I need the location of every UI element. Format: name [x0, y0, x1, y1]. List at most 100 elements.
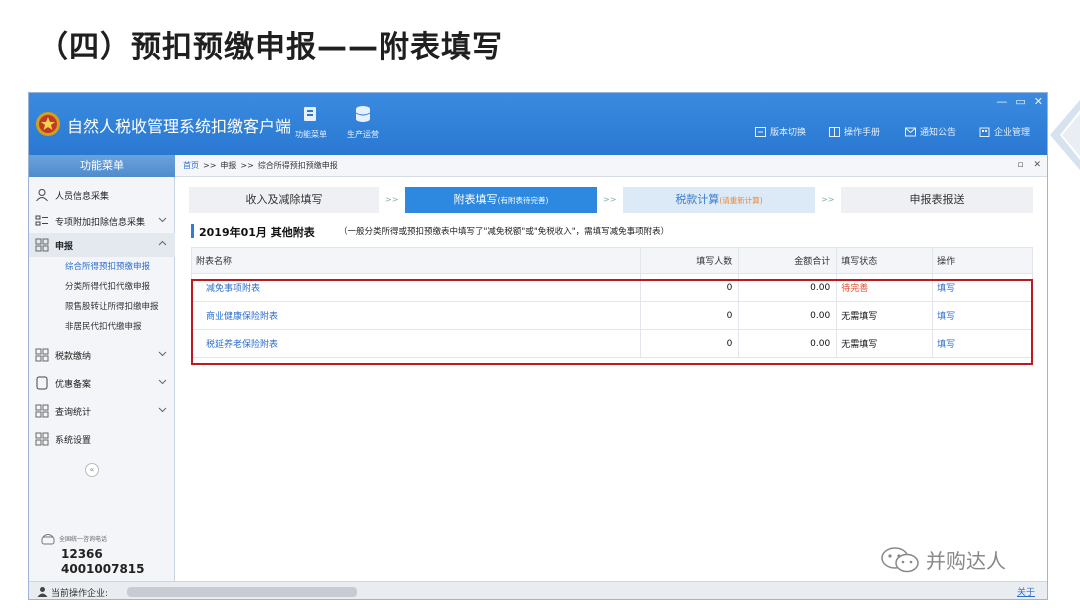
database-icon — [355, 106, 371, 122]
grid-icon — [35, 348, 49, 362]
section-marker — [191, 224, 194, 238]
notice-label: 通知公告 — [920, 128, 957, 138]
step-label: 收入及减除填写 — [245, 193, 323, 206]
slide-title: （四）预扣预缴申报——附表填写 — [38, 30, 503, 65]
document-icon — [36, 376, 48, 390]
version-switch-label: 版本切换 — [770, 128, 807, 138]
sidebar-collapse-button[interactable]: « — [85, 463, 99, 477]
phone-icon — [41, 534, 55, 545]
watermark: 并购达人 — [880, 545, 1006, 574]
step-label: 附表填写 — [453, 193, 498, 206]
sidebar-item-declare[interactable]: 申报 — [29, 233, 175, 257]
status-bar: 当前操作企业: 关于 — [29, 581, 1047, 599]
company-manage-button[interactable]: 企业管理 — [979, 125, 1030, 138]
sidebar-item-label: 申报 — [55, 241, 74, 252]
col-header-action: 操作 — [932, 247, 1033, 274]
sidebar-subitem-classified[interactable]: 分类所得代扣代缴申报 — [29, 277, 175, 297]
chevron-down-icon — [158, 379, 167, 385]
step-income-deduction[interactable]: 收入及减除填写 — [189, 187, 379, 213]
step-arrow: >> — [385, 195, 399, 204]
sidebar-item-query[interactable]: 查询统计 — [29, 399, 175, 423]
col-header-amount: 金额合计 — [738, 247, 838, 274]
step-note: (有附表待完善) — [497, 196, 549, 205]
redacted-company-name — [127, 587, 357, 597]
grid-icon — [35, 404, 49, 418]
person-icon — [36, 189, 48, 202]
step-label: 申报表报送 — [909, 193, 965, 206]
sidebar-subitem-restricted-stock[interactable]: 限售股转让所得扣缴申报 — [29, 297, 175, 317]
step-note: (请重新计算) — [719, 196, 763, 205]
breadcrumb-level2: 综合所得预扣预缴申报 — [257, 161, 338, 170]
period-title: 2019年01月 其他附表 — [199, 226, 315, 239]
about-link[interactable]: 关于 — [1017, 585, 1035, 598]
chevron-down-icon — [158, 407, 167, 413]
sidebar-item-payment[interactable]: 税款缴纳 — [29, 343, 175, 367]
sidebar-item-settings[interactable]: 系统设置 — [29, 427, 175, 451]
sidebar-item-label: 专项附加扣除信息采集 — [55, 217, 146, 228]
version-switch-icon — [755, 126, 766, 137]
sidebar-item-label: 系统设置 — [55, 435, 92, 446]
sidebar-item-label: 人员信息采集 — [55, 191, 110, 202]
tab-controls: ▫ ✕ — [1017, 160, 1041, 170]
function-menu-label: 功能菜单 — [295, 130, 327, 139]
current-company-label: 当前操作企业: — [51, 589, 109, 599]
manual-icon — [829, 126, 840, 137]
period-note: （一般分类所得或预扣预缴表中填写了"减免税额"或"免税收入"，需填写减免事项附表… — [339, 227, 670, 237]
hotline-number-2: 4001007815 — [61, 562, 145, 576]
breadcrumb-home[interactable]: 首页 — [183, 160, 199, 171]
step-label: 税款计算 — [675, 193, 720, 206]
sidebar-subitem-comprehensive[interactable]: 综合所得预扣预缴申报 — [29, 257, 175, 277]
sidebar-item-personnel[interactable]: 人员信息采集 — [29, 183, 175, 207]
step-submit[interactable]: 申报表报送 — [841, 187, 1033, 213]
step-arrow: >> — [821, 195, 835, 204]
function-menu-icon — [304, 107, 316, 121]
tax-emblem-logo — [36, 112, 60, 136]
step-tax-calc[interactable]: 税款计算(请重新计算) — [623, 187, 815, 213]
close-button[interactable]: ✕ — [1034, 95, 1043, 108]
grid-icon — [35, 432, 49, 446]
sidebar-item-special-deduction[interactable]: 专项附加扣除信息采集 — [29, 209, 175, 233]
breadcrumb-separator: >> — [203, 161, 217, 170]
manual-button[interactable]: 操作手册 — [829, 125, 880, 138]
production-ops-button[interactable]: 生产运营 — [337, 105, 389, 140]
step-attachment[interactable]: 附表填写(有附表待完善) — [405, 187, 597, 213]
notice-button[interactable]: 通知公告 — [905, 125, 956, 138]
breadcrumb-level1[interactable]: 申报 — [220, 160, 236, 171]
step-arrow: >> — [603, 195, 617, 204]
sidebar-subitem-nonresident[interactable]: 非居民代扣代缴申报 — [29, 317, 175, 337]
company-manage-label: 企业管理 — [994, 128, 1031, 138]
user-icon — [37, 587, 48, 597]
manual-label: 操作手册 — [844, 128, 881, 138]
hotline-number-1: 12366 — [61, 547, 103, 561]
col-header-count: 填写人数 — [640, 247, 740, 274]
sidebar-item-label: 查询统计 — [55, 407, 92, 418]
minimize-button[interactable]: — — [996, 95, 1007, 108]
sidebar-header: 功能菜单 — [29, 155, 175, 177]
app-title: 自然人税收管理系统扣缴客户端 — [67, 117, 292, 136]
wechat-icon — [881, 546, 919, 572]
version-switch-button[interactable]: 版本切换 — [755, 125, 806, 138]
breadcrumb-separator: >> — [240, 161, 254, 170]
titlebar: 自然人税收管理系统扣缴客户端 功能菜单 生产运营 版本切换 操作手册 通知公告 — [29, 93, 1047, 155]
sidebar-item-label: 优惠备案 — [55, 379, 92, 390]
highlight-box — [191, 279, 1033, 365]
col-header-status: 填写状态 — [836, 247, 934, 274]
function-menu-button[interactable]: 功能菜单 — [285, 105, 337, 140]
slide: （四）预扣预缴申报——附表填写 自然人税收管理系统扣缴客户端 功能菜单 生产运营… — [0, 0, 1080, 608]
chevron-down-icon — [158, 351, 167, 357]
app-window: 自然人税收管理系统扣缴客户端 功能菜单 生产运营 版本切换 操作手册 通知公告 — [28, 92, 1048, 600]
window-controls: — ▭ ✕ — [996, 95, 1043, 108]
tab-close-button[interactable]: ✕ — [1033, 160, 1041, 170]
mail-icon — [905, 127, 916, 136]
chevron-down-icon — [158, 217, 167, 223]
tab-restore-button[interactable]: ▫ — [1017, 160, 1023, 170]
breadcrumb: 首页 >> 申报 >> 综合所得预扣预缴申报 ▫ ✕ — [175, 155, 1047, 177]
grid-icon — [35, 238, 49, 252]
sidebar: 人员信息采集 专项附加扣除信息采集 申报 综合所得预扣预缴申报 分类所得代扣代缴… — [29, 177, 175, 581]
list-icon — [35, 215, 48, 226]
table-header-row: 附表名称 填写人数 金额合计 填写状态 操作 — [190, 247, 1033, 274]
hotline-label: 全国统一咨询电话 — [59, 536, 108, 543]
sidebar-item-preferential[interactable]: 优惠备案 — [29, 371, 175, 395]
watermark-text: 并购达人 — [926, 549, 1006, 573]
maximize-button[interactable]: ▭ — [1015, 95, 1025, 108]
